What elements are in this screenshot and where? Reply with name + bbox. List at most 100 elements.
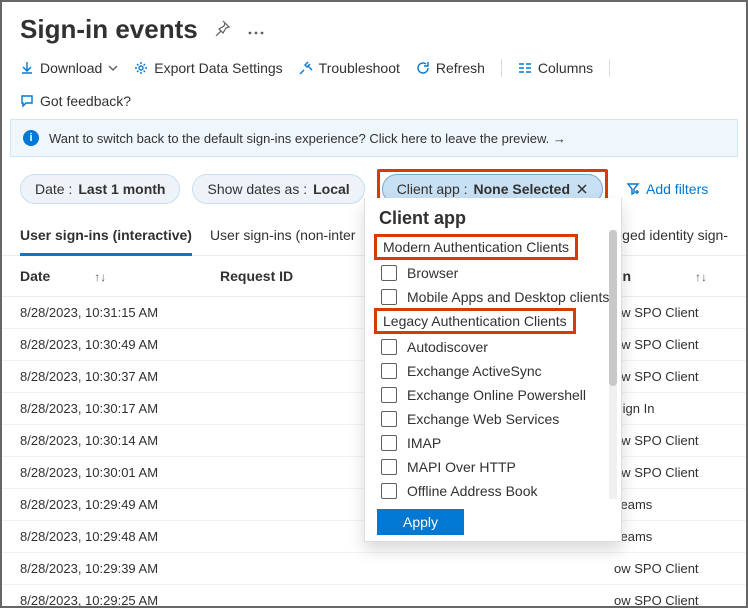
checkbox-label: Exchange Online Powershell — [407, 387, 586, 403]
cell-date: 8/28/2023, 10:29:39 AM — [2, 553, 212, 585]
filter-showdates-pill[interactable]: Show dates as : Local — [192, 174, 364, 204]
cell-date: 8/28/2023, 10:29:49 AM — [2, 489, 212, 521]
checkbox-icon — [381, 387, 397, 403]
add-filters-label: Add filters — [646, 181, 708, 197]
gear-icon — [134, 61, 148, 75]
columns-button[interactable]: Columns — [518, 60, 593, 76]
download-icon — [20, 61, 34, 75]
refresh-button[interactable]: Refresh — [416, 60, 485, 76]
troubleshoot-button[interactable]: Troubleshoot — [299, 60, 400, 76]
column-header-action[interactable]: on ↑↓ — [606, 256, 746, 297]
popover-title: Client app — [375, 202, 621, 235]
table-row[interactable]: 8/28/2023, 10:29:25 AM ow SPO Client — [2, 585, 746, 608]
filter-clientapp-prefix: Client app : — [397, 181, 468, 197]
column-date-label: Date — [20, 268, 50, 284]
cell-requestid — [212, 585, 606, 608]
tab-interactive[interactable]: User sign-ins (interactive) — [20, 219, 192, 256]
toolbar-divider — [501, 59, 502, 77]
cell-requestid — [212, 553, 606, 585]
checkbox-label: Autodiscover — [407, 339, 488, 355]
cell-app: ow SPO Client — [606, 553, 746, 585]
cell-app: Teams — [606, 521, 746, 553]
checkbox-icon — [381, 483, 397, 499]
cell-app: Sign In — [606, 393, 746, 425]
chevron-down-icon — [108, 65, 118, 71]
checkbox-option[interactable]: Autodiscover — [375, 335, 621, 359]
checkbox-option[interactable]: Exchange Online Powershell — [375, 383, 621, 407]
checkbox-label: IMAP — [407, 435, 441, 451]
checkbox-option[interactable]: Mobile Apps and Desktop clients — [375, 285, 621, 309]
info-icon: i — [23, 130, 39, 146]
tab-managed-identity[interactable]: ged identity sign- — [622, 219, 728, 255]
cell-app: ow SPO Client — [606, 329, 746, 361]
column-header-date[interactable]: Date ↑↓ — [2, 256, 212, 297]
sort-icon[interactable]: ↑↓ — [94, 270, 106, 284]
apply-button[interactable]: Apply — [377, 509, 464, 535]
cell-app: ow SPO Client — [606, 585, 746, 608]
popover-scrollbar[interactable] — [609, 230, 617, 499]
close-icon[interactable] — [576, 183, 588, 195]
checkbox-label: Exchange Web Services — [407, 411, 559, 427]
info-banner[interactable]: i Want to switch back to the default sig… — [10, 119, 738, 157]
page-title: Sign-in events — [20, 14, 198, 45]
columns-label: Columns — [538, 60, 593, 76]
columns-icon — [518, 62, 532, 74]
checkbox-label: Exchange ActiveSync — [407, 363, 542, 379]
feedback-button[interactable]: Got feedback? — [20, 93, 131, 109]
checkbox-label: MAPI Over HTTP — [407, 459, 516, 475]
checkbox-icon — [381, 435, 397, 451]
cell-date: 8/28/2023, 10:30:49 AM — [2, 329, 212, 361]
checkbox-option[interactable]: Exchange Web Services — [375, 407, 621, 431]
checkbox-icon — [381, 363, 397, 379]
checkbox-icon — [381, 289, 397, 305]
checkbox-option[interactable]: IMAP — [375, 431, 621, 455]
pin-icon[interactable] — [212, 18, 232, 41]
sort-icon[interactable]: ↑↓ — [695, 270, 707, 284]
group-modern-auth: Modern Authentication Clients — [377, 237, 575, 257]
add-filter-icon — [626, 182, 640, 196]
cell-date: 8/28/2023, 10:31:15 AM — [2, 297, 212, 329]
checkbox-label: Offline Address Book — [407, 483, 537, 499]
scrollbar-thumb[interactable] — [609, 230, 617, 386]
filter-showdates-value: Local — [313, 181, 350, 197]
toolbar-divider — [609, 59, 610, 77]
clientapp-popover: Client app Modern Authentication Clients… — [364, 198, 622, 542]
cell-date: 8/28/2023, 10:30:14 AM — [2, 425, 212, 457]
filter-date-pill[interactable]: Date : Last 1 month — [20, 174, 180, 204]
checkbox-icon — [381, 265, 397, 281]
add-filters-button[interactable]: Add filters — [626, 181, 708, 197]
feedback-label: Got feedback? — [40, 93, 131, 109]
troubleshoot-label: Troubleshoot — [319, 60, 400, 76]
checkbox-option[interactable]: Exchange ActiveSync — [375, 359, 621, 383]
cell-date: 8/28/2023, 10:30:01 AM — [2, 457, 212, 489]
feedback-icon — [20, 94, 34, 108]
refresh-icon — [416, 61, 430, 75]
tab-noninteractive[interactable]: User sign-ins (non-inter — [210, 219, 356, 255]
cell-app: ow SPO Client — [606, 457, 746, 489]
cell-date: 8/28/2023, 10:29:25 AM — [2, 585, 212, 608]
checkbox-label: Mobile Apps and Desktop clients — [407, 289, 609, 305]
export-label: Export Data Settings — [154, 60, 282, 76]
filter-date-prefix: Date : — [35, 181, 72, 197]
cell-app: ow SPO Client — [606, 297, 746, 329]
cell-date: 8/28/2023, 10:30:17 AM — [2, 393, 212, 425]
wrench-icon — [299, 61, 313, 75]
group-legacy-auth: Legacy Authentication Clients — [377, 311, 573, 331]
table-row[interactable]: 8/28/2023, 10:29:39 AM ow SPO Client — [2, 553, 746, 585]
checkbox-option[interactable]: Browser — [375, 261, 621, 285]
checkbox-option[interactable]: Offline Address Book — [375, 479, 621, 503]
filter-clientapp-value: None Selected — [474, 181, 570, 197]
checkbox-icon — [381, 411, 397, 427]
checkbox-label: Browser — [407, 265, 458, 281]
more-icon[interactable] — [246, 20, 266, 40]
checkbox-icon — [381, 339, 397, 355]
checkbox-icon — [381, 459, 397, 475]
refresh-label: Refresh — [436, 60, 485, 76]
checkbox-option[interactable]: MAPI Over HTTP — [375, 455, 621, 479]
download-button[interactable]: Download — [20, 60, 118, 76]
cell-app: Teams — [606, 489, 746, 521]
filter-showdates-prefix: Show dates as : — [207, 181, 307, 197]
download-label: Download — [40, 60, 102, 76]
banner-text: Want to switch back to the default sign-… — [49, 131, 566, 146]
export-settings-button[interactable]: Export Data Settings — [134, 60, 282, 76]
